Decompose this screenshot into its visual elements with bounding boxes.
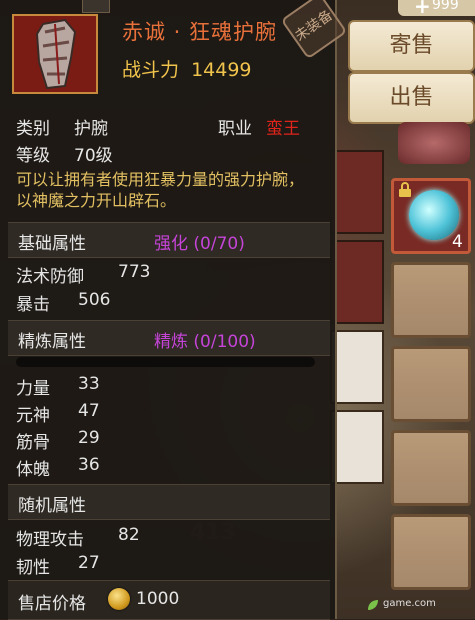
scene-item-card <box>330 240 384 324</box>
combat-power-label: 战斗力 <box>122 59 180 81</box>
refine-progress-bar <box>16 357 315 367</box>
gold-coin-icon <box>108 588 130 610</box>
random-attributes-header: 随机属性 <box>8 484 330 520</box>
job-value: 蛮王 <box>266 119 300 139</box>
combat-power-value: 14499 <box>191 59 252 81</box>
inventory-slot[interactable] <box>391 346 471 422</box>
currency-value: 999 <box>432 0 459 13</box>
scene-item-card <box>330 150 384 234</box>
level-label: 等级 <box>16 146 50 166</box>
stat-label: 物理攻击 <box>16 530 84 550</box>
watermark: game.com <box>383 598 436 609</box>
stat-label: 韧性 <box>16 558 50 578</box>
inventory-slot[interactable] <box>391 514 471 590</box>
stat-value: 506 <box>78 290 111 310</box>
price-value: 1000 <box>136 589 180 609</box>
stat-label: 法术防御 <box>16 267 84 287</box>
scene-item-card <box>330 410 384 484</box>
enhance-progress: 强化 (0/70) <box>154 234 245 254</box>
refine-progress: 精炼 (0/100) <box>154 332 256 352</box>
item-tooltip: 赤诚 · 狂魂护腕 战斗力 14499 未装备 类别 护腕 职业 蛮王 等级 7… <box>0 0 348 620</box>
combat-power: 战斗力 14499 <box>122 55 252 82</box>
bracer-icon <box>35 18 77 90</box>
refine-attributes-header: 精炼属性 精炼 (0/100) <box>8 320 330 356</box>
stat-label: 元神 <box>16 406 50 426</box>
stat-value: 773 <box>118 262 151 282</box>
stat-value: 82 <box>118 525 140 545</box>
tooltip-tab <box>82 0 110 13</box>
leaf-icon <box>368 600 378 610</box>
stat-value: 36 <box>78 455 100 475</box>
section-title: 随机属性 <box>18 496 86 516</box>
section-title: 精炼属性 <box>18 332 86 352</box>
stat-label: 筋骨 <box>16 433 50 453</box>
stat-value: 33 <box>78 374 100 394</box>
currency-badge[interactable]: + 999 <box>398 0 475 18</box>
stat-value: 47 <box>78 401 100 421</box>
scene-item-card <box>330 330 384 404</box>
base-attributes-header: 基础属性 强化 (0/70) <box>8 222 330 258</box>
stat-label: 暴击 <box>16 295 50 315</box>
section-title: 基础属性 <box>18 234 86 254</box>
item-count: 4 <box>452 232 463 252</box>
stat-label: 体魄 <box>16 460 50 480</box>
stat-value: 29 <box>78 428 100 448</box>
stat-label: 力量 <box>16 379 50 399</box>
type-value: 护腕 <box>74 119 108 139</box>
inventory-item-top[interactable] <box>398 122 470 164</box>
type-label: 类别 <box>16 119 50 139</box>
consign-button[interactable]: 寄售 <box>348 20 475 72</box>
inventory-slot[interactable] <box>391 430 471 506</box>
sell-button[interactable]: 出售 <box>348 72 475 124</box>
level-value: 70级 <box>74 146 113 166</box>
lock-icon <box>399 182 411 197</box>
item-icon <box>12 14 98 94</box>
item-description: 可以让拥有者使用狂暴力量的强力护腕，以神魔之力开山辟石。 <box>16 170 305 210</box>
plus-icon[interactable]: + <box>414 0 431 18</box>
inventory-slot[interactable] <box>391 262 471 338</box>
item-name: 赤诚 · 狂魂护腕 <box>122 20 278 44</box>
stat-value: 27 <box>78 553 100 573</box>
job-label: 职业 <box>218 119 252 139</box>
price-label: 售店价格 <box>18 594 86 614</box>
